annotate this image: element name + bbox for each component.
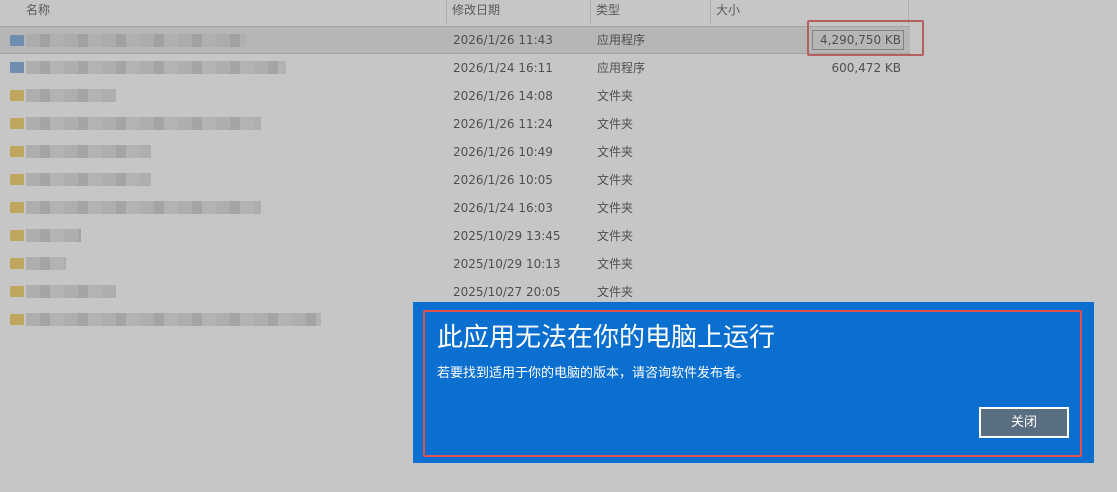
dialog-highlight-annotation [423,310,1082,457]
